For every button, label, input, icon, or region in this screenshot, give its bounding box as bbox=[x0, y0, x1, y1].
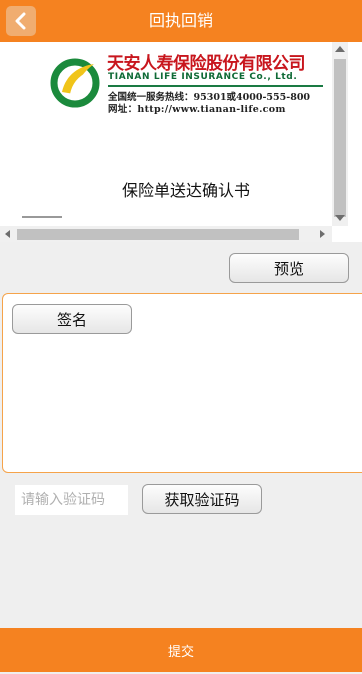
get-code-button[interactable]: 获取验证码 bbox=[142, 484, 262, 514]
company-name-en: TIANAN LIFE INSURANCE Co., Ltd. bbox=[108, 72, 298, 82]
scroll-left-arrow-icon[interactable] bbox=[5, 230, 10, 238]
horizontal-scrollbar[interactable] bbox=[0, 226, 332, 242]
logo-divider bbox=[108, 85, 323, 87]
sign-button[interactable]: 签名 bbox=[12, 304, 132, 334]
verification-code-input[interactable] bbox=[15, 485, 128, 515]
scroll-up-arrow-icon[interactable] bbox=[335, 46, 345, 52]
document-title: 保险单送达确认书 bbox=[121, 181, 250, 200]
scroll-right-arrow-icon[interactable] bbox=[320, 230, 325, 238]
page-title: 回执回销 bbox=[148, 11, 213, 30]
scroll-down-arrow-icon[interactable] bbox=[335, 215, 345, 221]
document-viewer[interactable]: 天安人寿保险股份有限公司 TIANAN LIFE INSURANCE Co., … bbox=[0, 42, 362, 242]
submit-button[interactable]: 提交 bbox=[0, 628, 362, 672]
document-content: 天安人寿保险股份有限公司 TIANAN LIFE INSURANCE Co., … bbox=[0, 42, 330, 226]
header-bar: 回执回销 bbox=[0, 0, 362, 42]
vertical-scrollbar[interactable] bbox=[332, 42, 348, 226]
document-text-fragment bbox=[22, 216, 62, 226]
horizontal-scroll-thumb[interactable] bbox=[17, 229, 299, 240]
company-name-cn: 天安人寿保险股份有限公司 bbox=[107, 54, 306, 74]
company-website: 网址：http://www.tianan-life.com bbox=[108, 104, 286, 115]
vertical-scroll-thumb[interactable] bbox=[334, 59, 346, 217]
company-logo-icon bbox=[50, 58, 100, 108]
preview-button[interactable]: 预览 bbox=[229, 253, 349, 283]
